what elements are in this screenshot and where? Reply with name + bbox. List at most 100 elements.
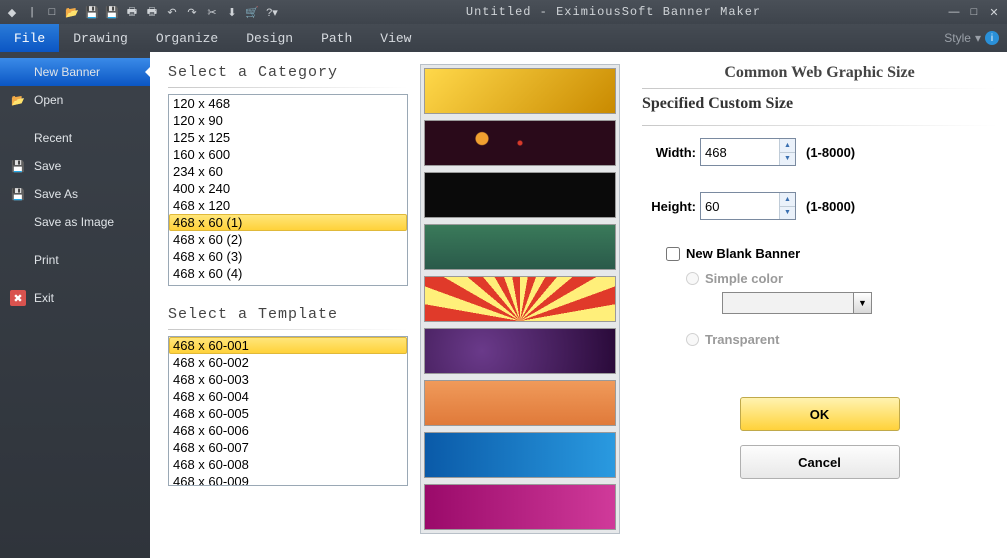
height-input[interactable]	[701, 193, 779, 219]
app-icon: ◆	[4, 4, 20, 20]
template-thumbnail[interactable]	[424, 328, 616, 374]
template-thumbnail[interactable]	[424, 120, 616, 166]
template-thumbnail[interactable]	[424, 172, 616, 218]
disk-icon: 💾	[10, 186, 26, 202]
transparent-radio	[686, 333, 699, 346]
list-item[interactable]: 468 x 60 (2)	[169, 231, 407, 248]
close-button[interactable]: ✕	[987, 5, 1001, 19]
list-item[interactable]: 234 x 60	[169, 163, 407, 180]
menu-bar: FileDrawingOrganizeDesignPathView Style▾…	[0, 24, 1007, 52]
spin-down-icon[interactable]: ▼	[779, 207, 795, 220]
printer-icon[interactable]: 🖶	[144, 4, 160, 20]
menu-file[interactable]: File	[0, 24, 59, 52]
print-icon[interactable]: 🖶	[124, 4, 140, 20]
list-item[interactable]: 468 x 60-004	[169, 388, 407, 405]
cut-icon[interactable]: ✂	[204, 4, 220, 20]
sidebar-item-label: New Banner	[34, 65, 100, 79]
height-range: (1-8000)	[806, 199, 855, 214]
custom-size-title: Specified Custom Size	[642, 95, 997, 113]
template-listbox[interactable]: 468 x 60-001468 x 60-002468 x 60-003468 …	[168, 336, 408, 486]
list-item[interactable]: 125 x 125	[169, 129, 407, 146]
info-icon[interactable]: i	[985, 31, 999, 45]
spin-up-icon[interactable]: ▲	[779, 139, 795, 153]
list-item[interactable]: 468 x 60 (1)	[169, 214, 407, 231]
ok-button[interactable]: OK	[740, 397, 900, 431]
sidebar-item-print[interactable]: Print	[0, 246, 150, 274]
transparent-label: Transparent	[705, 332, 779, 347]
cancel-button[interactable]: Cancel	[740, 445, 900, 479]
list-item[interactable]: 468 x 60-002	[169, 354, 407, 371]
blank-banner-checkbox[interactable]	[666, 247, 680, 261]
sidebar-item-save-as[interactable]: 💾Save As	[0, 180, 150, 208]
menu-organize[interactable]: Organize	[142, 24, 232, 52]
list-item[interactable]: 120 x 468	[169, 95, 407, 112]
spin-up-icon[interactable]: ▲	[779, 193, 795, 207]
divider	[642, 125, 997, 126]
sidebar-item-label: Save as Image	[34, 215, 114, 229]
width-range: (1-8000)	[806, 145, 855, 160]
menu-design[interactable]: Design	[232, 24, 307, 52]
menu-view[interactable]: View	[366, 24, 425, 52]
spin-down-icon[interactable]: ▼	[779, 153, 795, 166]
height-spinner[interactable]: ▲▼	[700, 192, 796, 220]
menu-path[interactable]: Path	[307, 24, 366, 52]
list-item[interactable]: 468 x 60-001	[169, 337, 407, 354]
title-bar: ◆ | □ 📂 💾 💾 🖶 🖶 ↶ ↷ ✂ ⬇ 🛒 ?▾ Untitled - …	[0, 0, 1007, 24]
chevron-down-icon: ▼	[853, 293, 871, 313]
list-item[interactable]: 468 x 60-009	[169, 473, 407, 486]
tool-icon[interactable]: ⬇	[224, 4, 240, 20]
template-thumbnail[interactable]	[424, 224, 616, 270]
category-listbox[interactable]: 120 x 468120 x 90125 x 125160 x 600234 x…	[168, 94, 408, 286]
list-item[interactable]: 468 x 60 (3)	[169, 248, 407, 265]
style-label: Style	[944, 31, 971, 45]
list-item[interactable]: 468 x 60-008	[169, 456, 407, 473]
list-item[interactable]: 468 x 60 (4)	[169, 265, 407, 282]
help-icon[interactable]: ?▾	[264, 4, 280, 20]
menu-drawing[interactable]: Drawing	[59, 24, 142, 52]
list-item[interactable]: 120 x 90	[169, 112, 407, 129]
template-thumbnail[interactable]	[424, 68, 616, 114]
redo-icon[interactable]: ↷	[184, 4, 200, 20]
template-thumbnail[interactable]	[424, 276, 616, 322]
divider	[168, 329, 408, 330]
minimize-button[interactable]: —	[947, 5, 961, 19]
sidebar-item-new-banner[interactable]: New Banner	[0, 58, 150, 86]
save-icon[interactable]: 💾	[84, 4, 100, 20]
list-item[interactable]: 400 x 240	[169, 180, 407, 197]
maximize-button[interactable]: □	[967, 5, 981, 19]
width-spinner[interactable]: ▲▼	[700, 138, 796, 166]
window-title: Untitled - EximiousSoft Banner Maker	[280, 5, 947, 19]
style-picker[interactable]: Style▾ i	[944, 31, 1007, 45]
list-item[interactable]: 468 x 60-003	[169, 371, 407, 388]
sidebar-item-exit[interactable]: ✖Exit	[0, 284, 150, 312]
blank-banner-label: New Blank Banner	[686, 246, 800, 261]
cart-icon[interactable]: 🛒	[244, 4, 260, 20]
save-as-icon[interactable]: 💾	[104, 4, 120, 20]
divider	[642, 88, 997, 89]
divider	[168, 87, 408, 88]
sidebar-item-save-as-image[interactable]: Save as Image	[0, 208, 150, 236]
sidebar-item-label: Print	[34, 253, 59, 267]
template-title: Select a Template	[168, 306, 408, 323]
category-title: Select a Category	[168, 64, 408, 81]
common-size-title: Common Web Graphic Size	[642, 64, 997, 82]
template-thumbnail[interactable]	[424, 380, 616, 426]
width-label: Width:	[642, 145, 696, 160]
list-item[interactable]: 160 x 600	[169, 146, 407, 163]
toolbar-sep: |	[24, 4, 40, 20]
undo-icon[interactable]: ↶	[164, 4, 180, 20]
open-icon[interactable]: 📂	[64, 4, 80, 20]
list-item[interactable]: 468 x 60-005	[169, 405, 407, 422]
sidebar-item-open[interactable]: 📂Open	[0, 86, 150, 114]
template-preview-list[interactable]	[420, 64, 620, 534]
list-item[interactable]: 468 x 60-007	[169, 439, 407, 456]
sidebar-item-save[interactable]: 💾Save	[0, 152, 150, 180]
list-item[interactable]: 468 x 120	[169, 197, 407, 214]
sidebar-item-recent[interactable]: Recent	[0, 124, 150, 152]
template-thumbnail[interactable]	[424, 484, 616, 530]
list-item[interactable]: 468 x 60-006	[169, 422, 407, 439]
sidebar-item-label: Recent	[34, 131, 72, 145]
template-thumbnail[interactable]	[424, 432, 616, 478]
new-icon[interactable]: □	[44, 4, 60, 20]
width-input[interactable]	[701, 139, 779, 165]
